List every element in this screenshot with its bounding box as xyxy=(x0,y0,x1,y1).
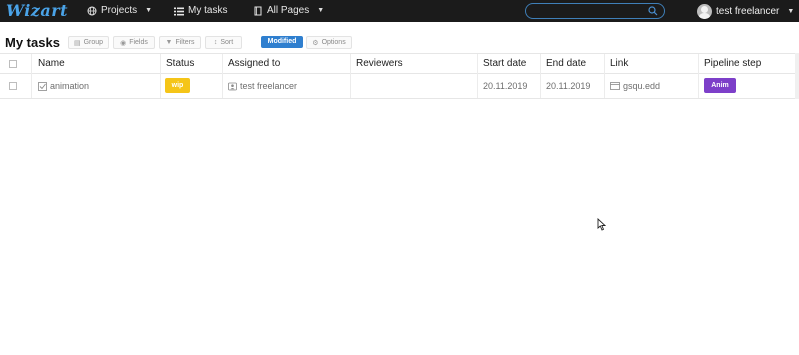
task-name: animation xyxy=(50,81,90,91)
column-header-link[interactable]: Link xyxy=(610,54,628,73)
table-header: Name Status Assigned to Reviewers Start … xyxy=(0,53,797,74)
link-icon xyxy=(610,82,620,90)
gear-icon: ⚙ xyxy=(312,39,319,47)
top-navigation-bar: Wizart Projects ▼ My tasks All Pages ▼ t… xyxy=(0,0,799,22)
pipeline-step-badge[interactable]: Anim xyxy=(704,78,736,93)
link-text: gsqu.edd xyxy=(623,81,661,91)
nav-all-pages-label: All Pages xyxy=(267,5,310,16)
mouse-pointer-icon xyxy=(597,218,606,231)
options-button[interactable]: ⚙ Options xyxy=(306,36,352,49)
user-name: test freelancer xyxy=(716,5,780,17)
row-checkbox[interactable] xyxy=(9,82,17,90)
sort-icon: ↕ xyxy=(213,39,218,46)
task-icon xyxy=(38,81,47,91)
sort-label: Sort xyxy=(220,39,234,46)
start-date-cell[interactable]: 20.11.2019 xyxy=(483,74,527,98)
nav-projects[interactable]: Projects ▼ xyxy=(87,0,152,22)
nav-my-tasks-label: My tasks xyxy=(188,5,228,16)
filters-label: Filters xyxy=(175,39,195,46)
column-header-start-date[interactable]: Start date xyxy=(483,54,526,73)
column-header-status[interactable]: Status xyxy=(166,54,194,73)
avatar xyxy=(697,3,712,19)
column-header-assigned-to[interactable]: Assigned to xyxy=(228,54,280,73)
filter-icon: ▼ xyxy=(165,39,173,46)
book-icon xyxy=(254,6,262,16)
chevron-down-icon: ▼ xyxy=(145,7,153,14)
assignee-cell[interactable]: test freelancer xyxy=(228,74,297,98)
user-icon xyxy=(228,82,237,90)
group-icon: ▤ xyxy=(73,39,81,47)
nav-my-tasks[interactable]: My tasks xyxy=(174,0,227,22)
list-icon xyxy=(174,7,184,15)
user-menu[interactable]: test freelancer ▼ xyxy=(697,0,794,22)
select-all-checkbox[interactable] xyxy=(9,60,17,68)
app-logo[interactable]: Wizart xyxy=(6,1,68,20)
group-label: Group xyxy=(83,39,104,46)
search-input[interactable] xyxy=(534,5,644,17)
fields-label: Fields xyxy=(129,39,148,46)
end-date-cell[interactable]: 20.11.2019 xyxy=(546,74,590,98)
nav-projects-label: Projects xyxy=(101,5,138,16)
group-button[interactable]: ▤ Group xyxy=(68,36,109,49)
fields-button[interactable]: ◉ Fields xyxy=(113,36,155,49)
column-header-reviewers[interactable]: Reviewers xyxy=(356,54,403,73)
modified-badge[interactable]: Modified xyxy=(261,36,303,48)
nav-all-pages[interactable]: All Pages ▼ xyxy=(254,0,324,22)
chevron-down-icon: ▼ xyxy=(787,7,795,15)
horizontal-scrollbar[interactable] xyxy=(795,53,799,99)
filters-button[interactable]: ▼ Filters xyxy=(159,36,201,49)
chevron-down-icon: ▼ xyxy=(317,7,325,14)
table-row[interactable]: animation wip test freelancer 20.11.2019… xyxy=(0,74,797,99)
sort-button[interactable]: ↕ Sort xyxy=(205,36,242,49)
column-header-pipeline-step[interactable]: Pipeline step xyxy=(704,54,761,73)
search-box xyxy=(525,3,665,19)
globe-icon xyxy=(87,6,97,16)
assignee-name: test freelancer xyxy=(240,81,298,91)
column-header-name[interactable]: Name xyxy=(38,54,65,73)
link-cell[interactable]: gsqu.edd xyxy=(610,74,660,98)
search-icon[interactable] xyxy=(648,6,658,16)
options-label: Options xyxy=(321,39,346,46)
status-badge[interactable]: wip xyxy=(165,78,190,93)
column-header-end-date[interactable]: End date xyxy=(546,54,586,73)
page-title: My tasks xyxy=(5,35,60,50)
task-name-cell[interactable]: animation xyxy=(38,74,89,98)
eye-icon: ◉ xyxy=(120,39,127,47)
